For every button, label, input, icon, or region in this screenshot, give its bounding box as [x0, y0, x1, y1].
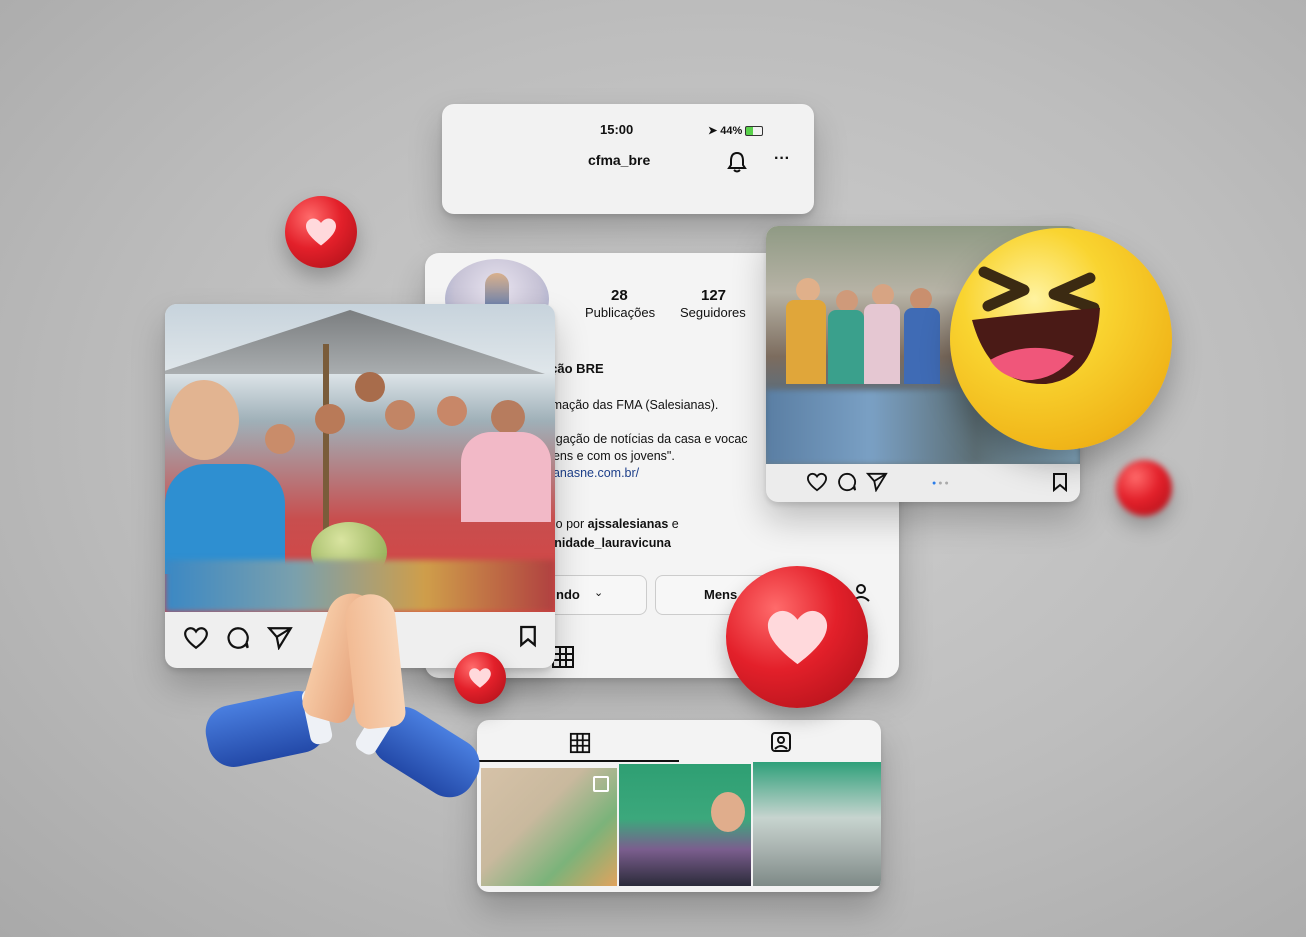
battery-icon: [745, 126, 764, 137]
bio-link[interactable]: esianasne.com.br/: [537, 465, 748, 482]
bio-line: E.: [537, 414, 748, 431]
comment-icon[interactable]: [836, 472, 858, 492]
bookmark-icon[interactable]: [1052, 472, 1068, 492]
grid-tab-underline: [477, 760, 679, 762]
grid-icon[interactable]: [569, 732, 591, 754]
chevron-down-icon: ⌄: [594, 587, 604, 599]
posts-label: Publicações: [585, 305, 656, 320]
carousel-dots: ●●●: [932, 480, 951, 487]
status-time: 15:00: [600, 122, 634, 137]
bio-line: ivulgação de notícias da casa e vocac: [537, 432, 748, 446]
laughing-emoji: [950, 228, 1172, 450]
followers-label[interactable]: Seguidores: [680, 305, 746, 320]
followers-count[interactable]: 127: [701, 287, 726, 304]
grid-post-3[interactable]: [753, 762, 881, 886]
grid-post-2[interactable]: [619, 764, 751, 886]
bell-icon[interactable]: [726, 150, 748, 174]
more-icon[interactable]: ···: [774, 150, 790, 168]
followed-user[interactable]: ajssalesianas: [588, 517, 669, 531]
floating-heart-ball: [726, 566, 868, 708]
battery-text: 44%: [720, 125, 743, 137]
status-icons: ➤ 44%: [708, 124, 764, 137]
bookmark-icon[interactable]: [519, 624, 537, 648]
profile-username: cfma_bre: [588, 152, 651, 168]
profile-header-card: 15:00 ➤ 44% cfma_bre ···: [442, 104, 814, 214]
beach-photo[interactable]: [165, 304, 555, 612]
praying-hands: [200, 580, 490, 810]
right-hand: [343, 591, 407, 731]
heart-icon: [767, 610, 827, 664]
emoji-face: [972, 266, 1100, 385]
floating-heart-ball: [285, 196, 357, 268]
followed-by[interactable]: uido por ajssalesianas e nunidade_laurav…: [539, 515, 679, 553]
bio-line: formação das FMA (Salesianas).: [537, 398, 719, 412]
floating-red-ball: [1116, 460, 1172, 516]
multi-post-icon: [593, 776, 609, 792]
tagged-icon[interactable]: [769, 730, 793, 754]
post-grid-card: [477, 720, 881, 892]
posts-count: 28: [611, 287, 628, 304]
heart-icon[interactable]: [806, 472, 828, 492]
bio-line: jovens e com os jovens".: [537, 449, 675, 463]
location-icon: ➤: [708, 125, 718, 137]
grid-post-1[interactable]: [481, 768, 617, 886]
heart-icon: [306, 218, 336, 246]
followed-user[interactable]: nunidade_lauravicuna: [539, 536, 671, 550]
profile-bio: formação das FMA (Salesianas). E. ivulga…: [537, 397, 748, 482]
send-icon[interactable]: [866, 472, 888, 492]
